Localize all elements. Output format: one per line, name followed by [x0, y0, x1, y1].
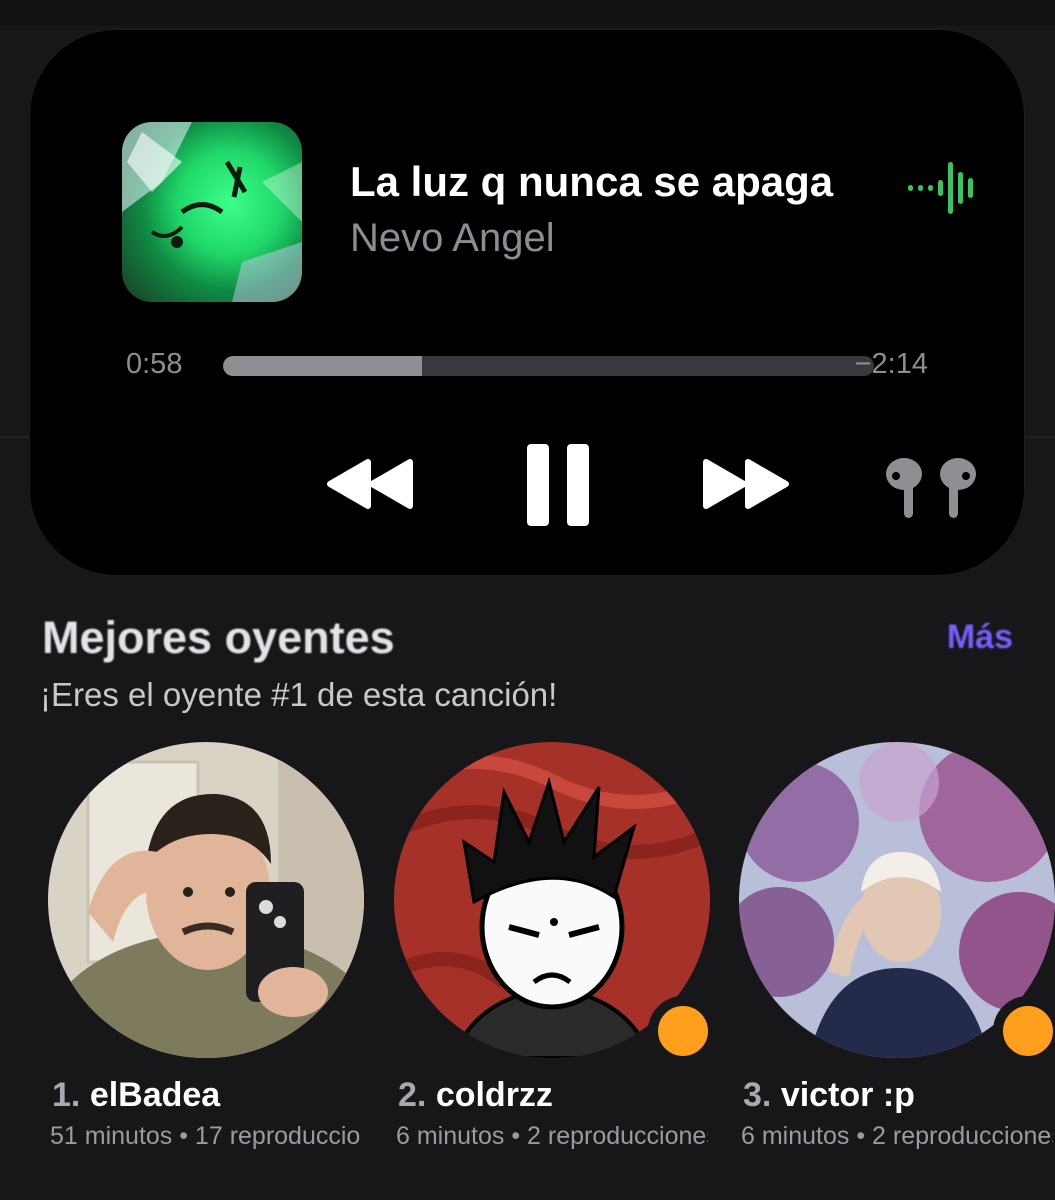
listener-rank: 2. [398, 1076, 427, 1114]
listener-stats: 6 minutos • 2 reproducciones [741, 1122, 1053, 1150]
section-title: Mejores oyentes [42, 612, 395, 663]
elapsed-time: 0:58 [126, 348, 183, 380]
listener-username: coldrzz [435, 1076, 553, 1114]
listener-name[interactable]: 1. elBadea [52, 1076, 220, 1115]
rewind-icon[interactable] [326, 458, 414, 510]
fast-forward-icon[interactable] [702, 458, 790, 510]
listener-card-1[interactable]: 1. elBadea 51 minutos • 17 reproduccione… [48, 742, 388, 1150]
listener-username: victor :p [780, 1076, 915, 1114]
listener-rank: 1. [52, 1076, 81, 1114]
avatar[interactable] [48, 742, 364, 1058]
listener-card-3[interactable]: 3. victor :p 6 minutos • 2 reproduccione… [739, 742, 1055, 1150]
listener-name[interactable]: 2. coldrzz [398, 1076, 553, 1115]
pause-icon[interactable] [527, 444, 589, 526]
track-artist[interactable]: Nevo Angel [350, 216, 555, 261]
progress-fill [223, 356, 422, 376]
top-frame-edge [0, 0, 1055, 26]
listener-stats: 51 minutos • 17 reproducciones [50, 1122, 362, 1150]
listener-card-2[interactable]: 2. coldrzz 6 minutos • 2 reproducciones [394, 742, 734, 1150]
progress-bar[interactable] [223, 356, 874, 376]
section-subtitle: ¡Eres el oyente #1 de esta canción! [40, 676, 558, 713]
now-playing-card[interactable]: La luz q nunca se apaga Nevo Angel 0:58 … [30, 30, 1024, 575]
waveform-icon [908, 162, 973, 214]
listener-stats: 6 minutos • 2 reproducciones [396, 1122, 708, 1150]
listener-username: elBadea [89, 1076, 221, 1114]
status-indicator [993, 996, 1055, 1066]
listener-name[interactable]: 3. victor :p [743, 1076, 915, 1115]
track-title[interactable]: La luz q nunca se apaga [350, 158, 833, 206]
more-link[interactable]: Más [947, 618, 1013, 657]
remaining-time: −2:14 [854, 348, 928, 380]
listener-rank: 3. [743, 1076, 772, 1114]
airpods-icon[interactable] [882, 454, 980, 520]
album-artwork[interactable] [122, 122, 302, 302]
status-indicator [648, 996, 718, 1066]
